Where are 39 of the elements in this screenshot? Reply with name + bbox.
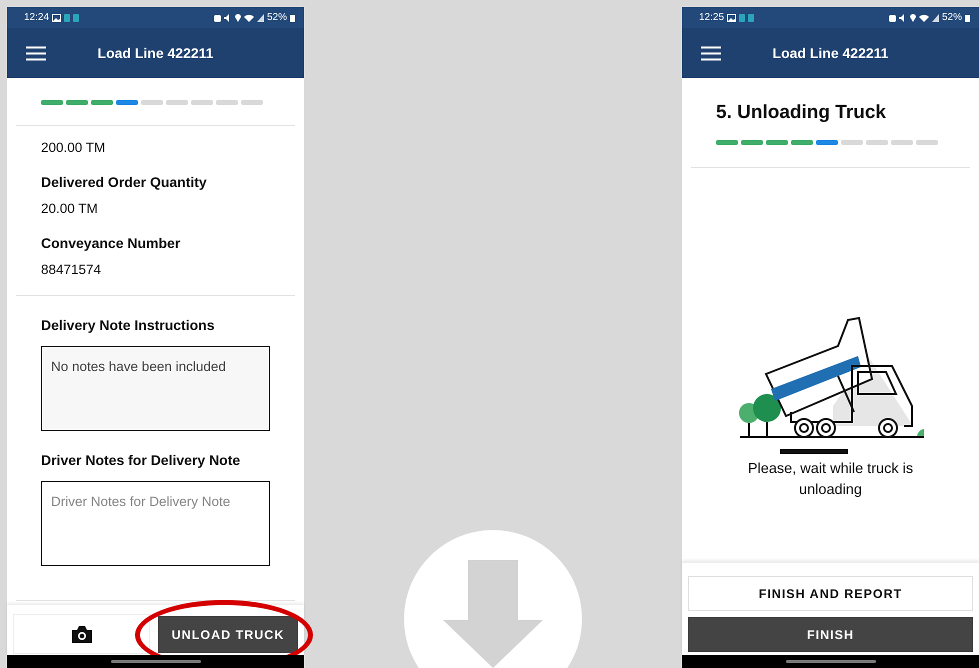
app-bar-title: Load Line 422211 [772, 45, 890, 61]
status-message: Please, wait while truck is unloading [746, 460, 914, 500]
alarm-icon [888, 14, 896, 22]
notes-box: No notes have been included [41, 346, 270, 431]
menu-icon[interactable] [26, 46, 46, 60]
camera-button[interactable] [13, 614, 150, 654]
battery-level: 52% [266, 12, 287, 23]
image-icon [52, 14, 62, 22]
action-button[interactable]: FINISH AND REPORT [688, 576, 973, 611]
signal-icon [932, 14, 939, 22]
app-bar-title: Load Line 422211 [96, 45, 214, 61]
status-time: 12:24 [24, 12, 50, 23]
action-button[interactable]: UNLOAD TRUCK [158, 616, 298, 653]
alarm-icon [214, 14, 221, 22]
image-icon [727, 14, 736, 22]
camera-icon [72, 626, 92, 642]
status-time: 12:25 [699, 12, 724, 23]
battery-level: 52% [942, 12, 962, 23]
notes-input-field[interactable]: Driver Notes for Delivery Note [41, 481, 270, 566]
mute-icon [898, 14, 907, 22]
field-label: Delivery Note Instructions [41, 316, 216, 334]
action-button[interactable]: FINISH [688, 617, 973, 652]
signal-icon [256, 14, 264, 22]
menu-icon[interactable] [701, 46, 721, 60]
down-arrow-icon [404, 530, 582, 668]
location-icon [234, 14, 241, 22]
field-label: Conveyance Number [41, 234, 182, 252]
wifi-icon [244, 14, 254, 22]
step-heading: 5. Unloading Truck [716, 102, 887, 124]
location-icon [910, 14, 916, 22]
field-value: 20.00 TM [41, 200, 99, 218]
battery-icon [290, 14, 295, 22]
field-value: 88471574 [41, 261, 102, 279]
battery-icon [965, 14, 970, 22]
field-value: 200.00 TM [41, 139, 106, 157]
mute-icon [224, 14, 232, 22]
wifi-icon [918, 14, 929, 22]
field-label: Driver Notes for Delivery Note [41, 451, 242, 469]
field-label: Delivered Order Quantity [41, 173, 208, 191]
